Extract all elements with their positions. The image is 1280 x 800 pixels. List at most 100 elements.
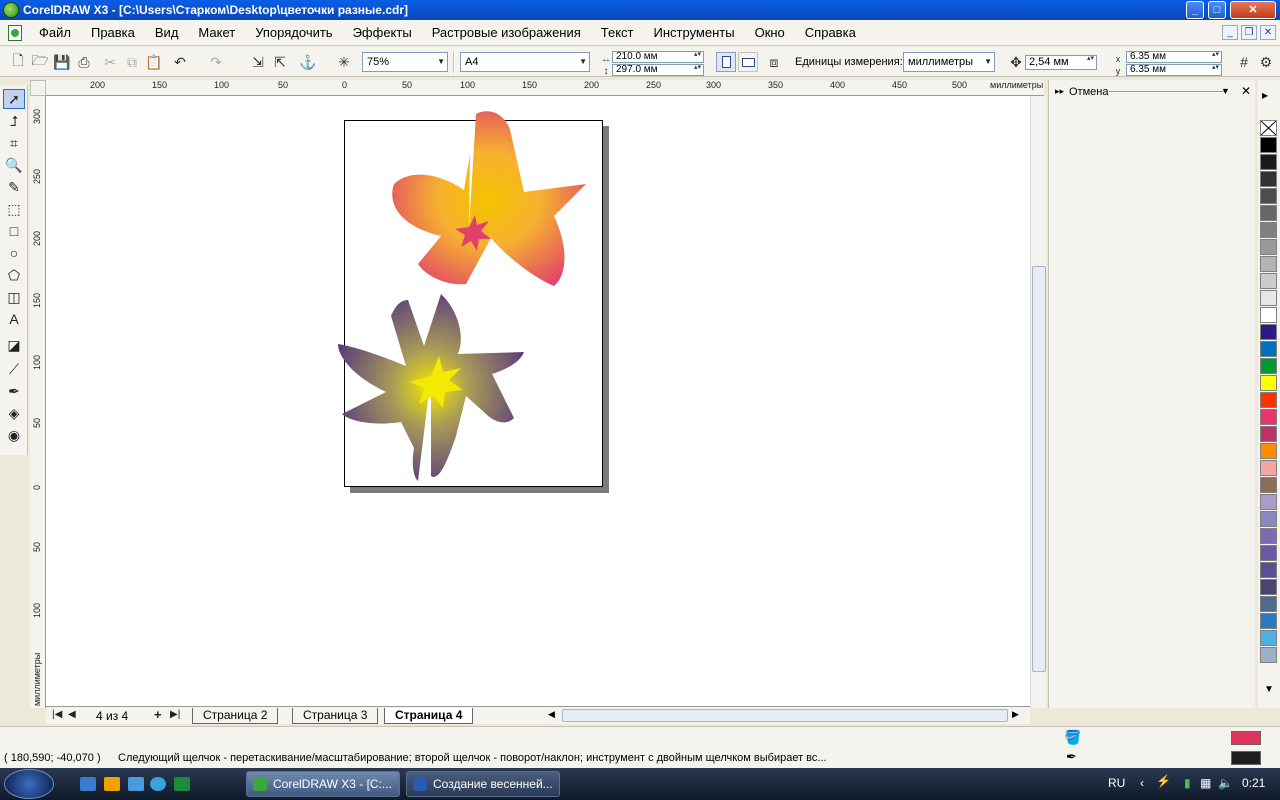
menu-layout[interactable]: Макет xyxy=(189,25,246,40)
cut-icon[interactable]: ✂ xyxy=(100,52,120,72)
docker-close-icon[interactable]: ✕ xyxy=(1241,84,1251,98)
freehand-tool-icon[interactable]: ✎ xyxy=(3,177,25,197)
doc-close-button[interactable]: ✕ xyxy=(1260,25,1276,40)
color-swatch[interactable] xyxy=(1260,324,1277,340)
landscape-button[interactable] xyxy=(738,52,758,72)
ruler-origin[interactable] xyxy=(30,80,46,96)
basic-shapes-tool-icon[interactable]: ◫ xyxy=(3,287,25,307)
color-swatch[interactable] xyxy=(1260,375,1277,391)
app-launcher-icon[interactable]: ⚓ xyxy=(298,52,318,72)
zoom-level-select[interactable]: 75% xyxy=(362,52,448,72)
add-page-icon[interactable]: + xyxy=(154,707,162,722)
color-swatch[interactable] xyxy=(1260,443,1277,459)
interactive-fill-tool-icon[interactable]: ◉ xyxy=(3,425,25,445)
interactive-blend-tool-icon[interactable]: ◪ xyxy=(3,335,25,355)
vertical-scroll-thumb[interactable] xyxy=(1032,266,1046,672)
no-color-swatch[interactable] xyxy=(1260,120,1277,136)
close-button[interactable]: ✕ xyxy=(1230,1,1276,19)
copy-icon[interactable]: ⧉ xyxy=(122,52,142,72)
page-height-input[interactable]: 297.0 мм xyxy=(612,64,704,76)
tab-page-4[interactable]: Страница 4 xyxy=(384,708,474,724)
export-icon[interactable]: ⇱ xyxy=(270,52,290,72)
duplicate-y-input[interactable]: 6.35 мм xyxy=(1126,64,1222,76)
zoom-tool-icon[interactable]: 🔍 xyxy=(3,155,25,175)
print-icon[interactable]: ⎙ xyxy=(74,52,94,72)
redo-icon[interactable]: ↷ xyxy=(206,52,226,72)
page-width-input[interactable]: 210.0 мм xyxy=(612,51,704,63)
show-desktop-icon[interactable] xyxy=(80,777,96,791)
color-swatch[interactable] xyxy=(1260,205,1277,221)
start-button[interactable] xyxy=(4,769,54,799)
paste-icon[interactable]: 📋 xyxy=(144,52,164,72)
color-swatch[interactable] xyxy=(1260,596,1277,612)
menu-edit[interactable]: Правка xyxy=(82,25,146,40)
menu-tools[interactable]: Инструменты xyxy=(645,25,746,40)
fill-bucket-icon[interactable]: 🪣 xyxy=(1064,729,1081,746)
first-page-icon[interactable]: |◀ xyxy=(52,709,62,720)
vertical-scrollbar[interactable] xyxy=(1030,96,1046,708)
save-icon[interactable]: 💾 xyxy=(52,52,72,72)
outline-pen-icon[interactable]: ✒ xyxy=(1066,749,1077,765)
next-page-icon[interactable]: ▶| xyxy=(170,709,180,720)
shape-tool-icon[interactable]: ⮥ xyxy=(3,111,25,131)
color-swatch[interactable] xyxy=(1260,562,1277,578)
options-icon[interactable]: ⚙ xyxy=(1256,52,1276,72)
fill-color-swatch[interactable] xyxy=(1231,731,1261,745)
menu-text[interactable]: Текст xyxy=(592,25,645,40)
tab-page-3[interactable]: Страница 3 xyxy=(292,708,379,724)
color-swatch[interactable] xyxy=(1260,307,1277,323)
crop-tool-icon[interactable]: ⌗ xyxy=(3,133,25,153)
import-icon[interactable]: ⇲ xyxy=(248,52,268,72)
media-player-icon[interactable] xyxy=(104,777,120,791)
menu-effects[interactable]: Эффекты xyxy=(344,25,423,40)
doc-minimize-button[interactable]: _ xyxy=(1222,25,1238,40)
horizontal-scrollbar[interactable]: ◀ ▶ xyxy=(546,708,1024,723)
vertical-ruler[interactable]: 300 250 200 150 100 50 0 50 100 миллимет… xyxy=(30,96,46,708)
menu-arrange[interactable]: Упорядочить xyxy=(246,25,343,40)
taskbar-coreldraw[interactable]: CorelDRAW X3 - [C:... xyxy=(246,771,400,797)
menu-file[interactable]: Файл xyxy=(30,25,82,40)
color-swatch[interactable] xyxy=(1260,171,1277,187)
coreldraw-app-icon[interactable] xyxy=(3,2,19,18)
tab-page-2[interactable]: Страница 2 xyxy=(192,708,279,724)
outline-tool-icon[interactable]: ✒ xyxy=(3,381,25,401)
menu-bitmaps[interactable]: Растровые изображения xyxy=(423,25,592,40)
color-swatch[interactable] xyxy=(1260,341,1277,357)
corel-online-icon[interactable]: ✳ xyxy=(334,52,354,72)
maximize-button[interactable]: □ xyxy=(1208,1,1226,19)
color-swatch[interactable] xyxy=(1260,528,1277,544)
palette-scroll-down-icon[interactable]: ▼ xyxy=(1264,684,1274,695)
color-swatch[interactable] xyxy=(1260,239,1277,255)
color-swatch[interactable] xyxy=(1260,494,1277,510)
color-swatch[interactable] xyxy=(1260,647,1277,663)
scroll-left-icon[interactable]: ◀ xyxy=(548,709,555,720)
prev-page-icon[interactable]: ◀ xyxy=(68,709,76,720)
nudge-distance-input[interactable]: 2,54 мм xyxy=(1025,55,1097,70)
smart-fill-tool-icon[interactable]: ⬚ xyxy=(3,199,25,219)
language-indicator[interactable]: RU xyxy=(1108,776,1125,790)
portrait-button[interactable] xyxy=(716,52,736,72)
text-tool-icon[interactable]: A xyxy=(3,309,25,329)
polygon-tool-icon[interactable]: ⬠ xyxy=(3,265,25,285)
tray-app-icon[interactable]: ⚡ xyxy=(1156,774,1171,788)
battery-icon[interactable]: ▮ xyxy=(1184,776,1191,790)
color-swatch[interactable] xyxy=(1260,392,1277,408)
undo-icon[interactable]: ↶ xyxy=(170,52,190,72)
color-swatch[interactable] xyxy=(1260,460,1277,476)
color-swatch[interactable] xyxy=(1260,409,1277,425)
color-swatch[interactable] xyxy=(1260,630,1277,646)
excel-icon[interactable] xyxy=(174,777,190,791)
purple-flower[interactable] xyxy=(338,294,524,481)
paper-size-select[interactable]: A4 xyxy=(460,52,590,72)
taskbar-word[interactable]: Создание весенней... xyxy=(406,771,560,797)
palette-menu-icon[interactable]: ▸ xyxy=(1262,88,1268,102)
color-swatch[interactable] xyxy=(1260,358,1277,374)
menu-window[interactable]: Окно xyxy=(746,25,796,40)
duplicate-x-input[interactable]: 6.35 мм xyxy=(1126,51,1222,63)
docker-menu-icon[interactable]: ▼ xyxy=(1221,86,1230,96)
clock[interactable]: 0:21 xyxy=(1242,776,1265,790)
color-swatch[interactable] xyxy=(1260,222,1277,238)
horizontal-ruler[interactable]: 200 150 100 50 0 50 100 150 200 250 300 … xyxy=(46,80,1044,96)
docker-collapse-icon[interactable]: ▸▸ xyxy=(1055,86,1064,97)
color-swatch[interactable] xyxy=(1260,188,1277,204)
